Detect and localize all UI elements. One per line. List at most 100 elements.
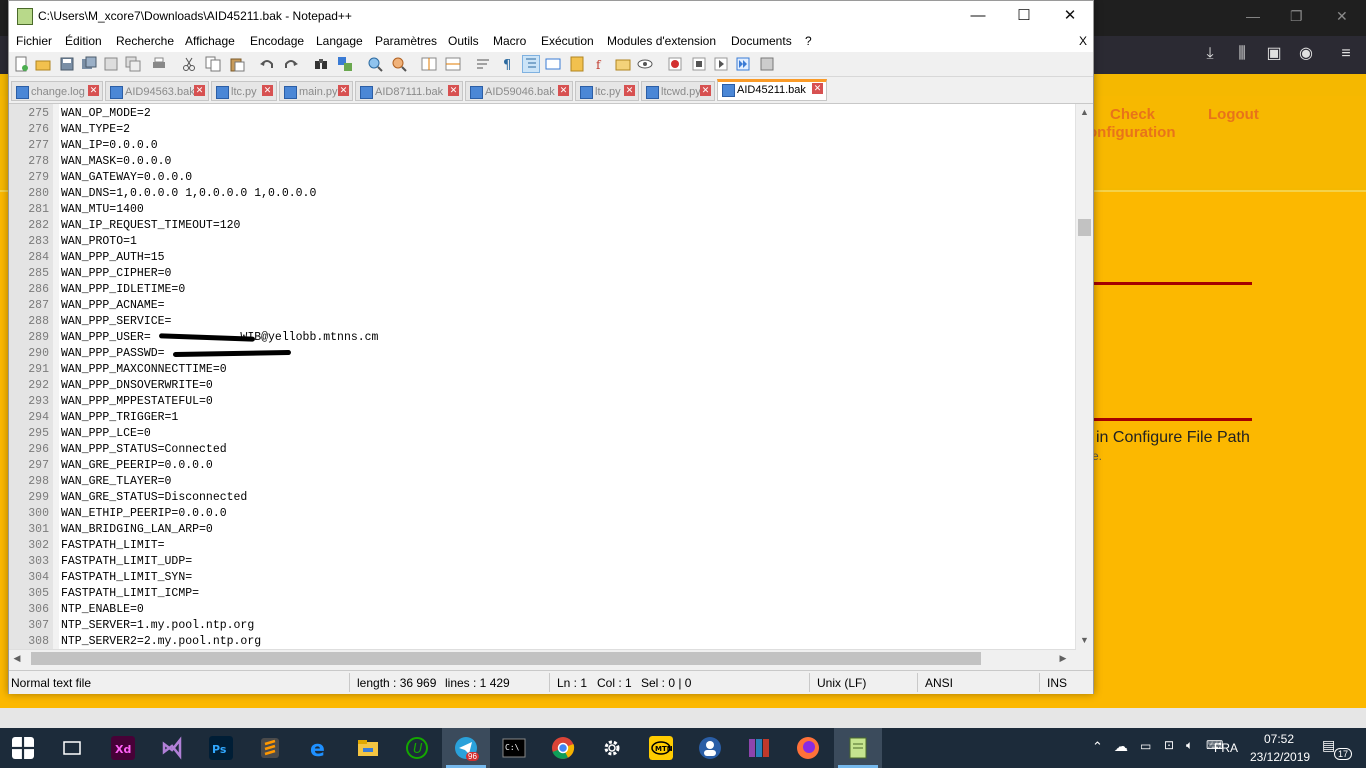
play-macro-icon[interactable] bbox=[713, 56, 729, 72]
status-eol[interactable]: Unix (LF) bbox=[817, 676, 866, 690]
file-explorer-icon[interactable] bbox=[356, 736, 380, 760]
menu-affichage[interactable]: Affichage bbox=[185, 34, 235, 48]
tab-change-log[interactable]: change.log ✕ bbox=[11, 81, 103, 101]
cloud-icon[interactable]: ☁ bbox=[1114, 738, 1128, 755]
horizontal-scroll-thumb[interactable] bbox=[31, 652, 981, 665]
language-indicator[interactable]: FRA bbox=[1214, 741, 1238, 755]
sync-horizontal-icon[interactable] bbox=[445, 56, 461, 72]
show-all-chars-icon[interactable]: ¶ bbox=[499, 56, 515, 72]
code-line[interactable]: WAN_OP_MODE=2 bbox=[61, 106, 151, 122]
folder-workspace-icon[interactable] bbox=[615, 56, 631, 72]
open-file-icon[interactable] bbox=[35, 56, 51, 72]
undo-icon[interactable] bbox=[259, 56, 275, 72]
mtn-icon[interactable]: MTN bbox=[649, 736, 673, 760]
tab-close-icon[interactable]: ✕ bbox=[812, 83, 823, 94]
configuration-link-text[interactable]: onfiguration bbox=[1088, 124, 1175, 142]
tab-close-icon[interactable]: ✕ bbox=[624, 85, 635, 96]
menu-outils[interactable]: Outils bbox=[448, 34, 479, 48]
tab-ltc-py-2[interactable]: ltc.py ✕ bbox=[575, 81, 639, 101]
menu-macro[interactable]: Macro bbox=[493, 34, 526, 48]
code-line[interactable]: WAN_PPP_SERVICE= bbox=[61, 314, 171, 330]
function-list-icon[interactable]: f bbox=[593, 56, 609, 72]
menu-documents[interactable]: Documents bbox=[731, 34, 792, 48]
code-line[interactable]: WAN_IP_REQUEST_TIMEOUT=120 bbox=[61, 218, 240, 234]
code-line[interactable]: WAN_PPP_IDLETIME=0 bbox=[61, 282, 185, 298]
tab-close-icon[interactable]: ✕ bbox=[88, 85, 99, 96]
word-wrap-icon[interactable] bbox=[475, 56, 491, 72]
scroll-right-icon[interactable]: ▶ bbox=[1057, 653, 1069, 664]
zoom-out-icon[interactable] bbox=[391, 56, 407, 72]
browser-restore-icon[interactable]: ❐ bbox=[1290, 8, 1303, 25]
record-macro-icon[interactable] bbox=[667, 56, 683, 72]
settings-gear-icon[interactable] bbox=[600, 736, 624, 760]
new-file-icon[interactable] bbox=[13, 56, 29, 72]
zoom-in-icon[interactable] bbox=[367, 56, 383, 72]
tab-close-icon[interactable]: ✕ bbox=[448, 85, 459, 96]
udl-icon[interactable] bbox=[545, 56, 561, 72]
chrome-icon[interactable] bbox=[551, 736, 575, 760]
indent-guide-icon[interactable] bbox=[522, 55, 540, 73]
visual-studio-icon[interactable] bbox=[160, 736, 184, 760]
tab-aid45211[interactable]: AID45211.bak ✕ bbox=[717, 79, 827, 101]
task-view-icon[interactable] bbox=[60, 736, 84, 760]
code-line[interactable]: WAN_PPP_MAXCONNECTTIME=0 bbox=[61, 362, 227, 378]
windows-start-icon[interactable] bbox=[12, 737, 34, 759]
notepad-plus-plus-icon[interactable] bbox=[846, 736, 870, 760]
code-line[interactable]: WAN_GRE_PEERIP=0.0.0.0 bbox=[61, 458, 213, 474]
close-file-icon[interactable] bbox=[103, 56, 119, 72]
tab-ltc-py[interactable]: ltc.py ✕ bbox=[211, 81, 277, 101]
library-icon[interactable]: ⫼ bbox=[1232, 44, 1252, 64]
code-line[interactable]: WAN_GRE_STATUS=Disconnected bbox=[61, 490, 247, 506]
menu-execution[interactable]: Exécution bbox=[541, 34, 594, 48]
tab-aid87111[interactable]: AID87111.bak ✕ bbox=[355, 81, 463, 101]
monitoring-icon[interactable] bbox=[637, 56, 653, 72]
tab-main-py[interactable]: main.py ✕ bbox=[279, 81, 353, 101]
code-line[interactable]: WAN_MTU=1400 bbox=[61, 202, 144, 218]
code-line[interactable]: WAN_ETHIP_PEERIP=0.0.0.0 bbox=[61, 506, 227, 522]
horizontal-scrollbar[interactable]: ◀ ▶ bbox=[9, 649, 1076, 667]
download-icon[interactable]: ⤓ bbox=[1200, 44, 1220, 64]
text-editor[interactable]: 275 WAN_OP_MODE=2 276 WAN_TYPE=2 277 WAN_IP=0… bbox=[9, 103, 1093, 650]
edge-icon[interactable]: e bbox=[307, 736, 331, 760]
upwork-icon[interactable]: U bbox=[405, 736, 429, 760]
tab-aid94563[interactable]: AID94563.bak ✕ bbox=[105, 81, 209, 101]
network-icon[interactable]: ⊡ bbox=[1164, 738, 1174, 752]
clock-date[interactable]: 23/12/2019 bbox=[1250, 750, 1310, 764]
tab-close-icon[interactable]: ✕ bbox=[194, 85, 205, 96]
code-line[interactable]: WAN_MASK=0.0.0.0 bbox=[61, 154, 171, 170]
status-encoding[interactable]: ANSI bbox=[925, 676, 953, 690]
doc-map-icon[interactable] bbox=[569, 56, 585, 72]
code-line[interactable]: WAN_PROTO=1 bbox=[61, 234, 137, 250]
hamburger-menu-icon[interactable]: ≡ bbox=[1336, 44, 1356, 64]
volume-icon[interactable]: 🔈︎ bbox=[1186, 738, 1193, 753]
menu-edition[interactable]: Édition bbox=[65, 34, 102, 48]
save-icon[interactable] bbox=[59, 56, 75, 72]
code-line[interactable]: WAN_PPP_CIPHER=0 bbox=[61, 266, 171, 282]
menu-langage[interactable]: Langage bbox=[316, 34, 363, 48]
tab-close-icon[interactable]: ✕ bbox=[262, 85, 273, 96]
code-line[interactable]: WAN_DNS=1,0.0.0.0 1,0.0.0.0 1,0.0.0.0 bbox=[61, 186, 316, 202]
stop-macro-icon[interactable] bbox=[691, 56, 707, 72]
code-line[interactable]: WAN_PPP_ACNAME= bbox=[61, 298, 165, 314]
code-line[interactable]: WAN_GRE_TLAYER=0 bbox=[61, 474, 171, 490]
show-hidden-icons[interactable]: ⌃ bbox=[1092, 739, 1103, 755]
code-line[interactable]: WAN_PPP_TRIGGER=1 bbox=[61, 410, 178, 426]
code-line[interactable]: NTP_SERVER=1.my.pool.ntp.org bbox=[61, 618, 254, 634]
clock-time[interactable]: 07:52 bbox=[1264, 732, 1294, 746]
tab-close-icon[interactable]: ✕ bbox=[558, 85, 569, 96]
adobe-xd-icon[interactable]: Xd bbox=[111, 736, 135, 760]
command-prompt-icon[interactable]: C:\ bbox=[502, 736, 526, 760]
menu-fichier[interactable]: Fichier bbox=[16, 34, 52, 48]
code-line[interactable]: WAN_PPP_LCE=0 bbox=[61, 426, 151, 442]
code-line[interactable]: WAN_PPP_PASSWD= bbox=[61, 346, 165, 362]
replace-icon[interactable] bbox=[337, 56, 353, 72]
browser-minimize-icon[interactable]: — bbox=[1246, 8, 1260, 24]
tab-close-icon[interactable]: ✕ bbox=[338, 85, 349, 96]
menu-modules[interactable]: Modules d'extension bbox=[607, 34, 716, 48]
scroll-left-icon[interactable]: ◀ bbox=[11, 653, 23, 664]
vertical-scroll-thumb[interactable] bbox=[1078, 219, 1091, 236]
find-icon[interactable] bbox=[313, 56, 329, 72]
code-line[interactable]: FASTPATH_LIMIT_ICMP= bbox=[61, 586, 199, 602]
code-line[interactable]: NTP_ENABLE=0 bbox=[61, 602, 144, 618]
run-macro-multiple-icon[interactable] bbox=[735, 56, 751, 72]
